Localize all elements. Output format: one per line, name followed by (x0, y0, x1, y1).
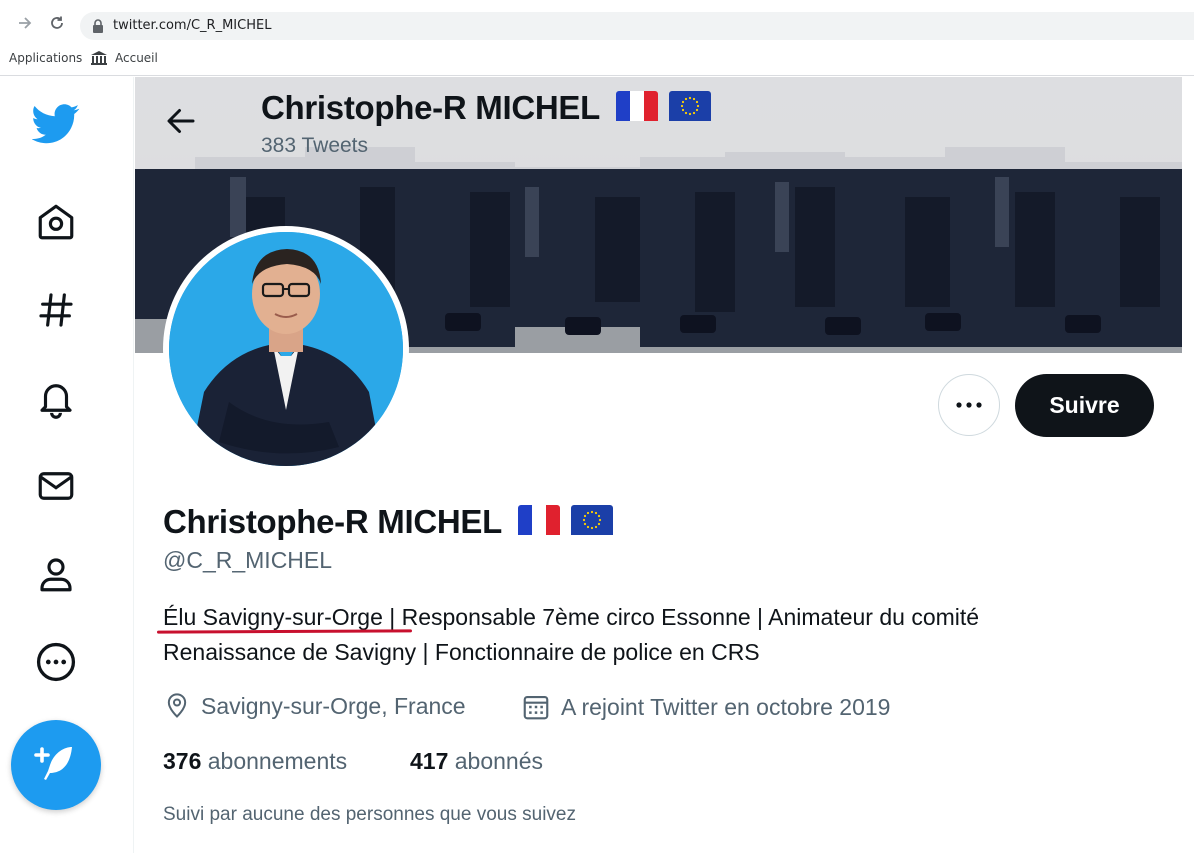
browser-chrome: twitter.com/C_R_MICHEL Applications Accu… (0, 0, 1194, 76)
profile-main: Christophe-R MICHEL 383 Tweets Suivre Ch… (135, 77, 1182, 853)
bank-icon (90, 50, 108, 71)
followers-label: abonnés (454, 748, 544, 774)
bio-line2: Renaissance de Savigny | Fonctionnaire d… (163, 639, 760, 665)
back-arrow-icon[interactable] (163, 103, 199, 139)
more-icon[interactable] (32, 638, 80, 686)
address-bar[interactable]: twitter.com/C_R_MICHEL (80, 12, 1194, 40)
followers-count-link[interactable]: 417 abonnés (410, 748, 543, 775)
header-name-text: Christophe-R MICHEL (261, 89, 600, 126)
bookmarks-bar: Applications Accueil (0, 48, 1194, 70)
follow-button[interactable]: Suivre (1015, 374, 1154, 437)
france-flag-icon (518, 505, 561, 543)
notifications-bell-icon[interactable] (32, 374, 80, 422)
location-pin-icon (163, 692, 191, 720)
header-title: Christophe-R MICHEL (261, 89, 712, 129)
more-dots-icon (955, 396, 983, 414)
compose-tweet-icon (32, 739, 80, 792)
france-flag-icon (616, 91, 659, 129)
location-text: Savigny-sur-Orge, France (201, 692, 466, 719)
compose-tweet-button[interactable] (11, 720, 101, 810)
following-count-link[interactable]: 376 abonnements (163, 748, 347, 775)
profile-location: Savigny-sur-Orge, France (163, 692, 466, 720)
profile-handle: @C_R_MICHEL (163, 547, 333, 573)
bio-elected-text: Élu Savigny-sur-Orge (163, 604, 383, 630)
reload-icon[interactable] (46, 14, 68, 36)
followed-by-text: Suivi par aucune des personnes que vous … (163, 804, 576, 825)
eu-flag-icon (571, 505, 614, 543)
following-count: 376 (163, 748, 202, 774)
header-tweet-count: 383 Tweets (261, 134, 369, 157)
bookmark-accueil[interactable]: Accueil (115, 51, 158, 65)
forward-arrow-icon[interactable] (14, 14, 36, 36)
joined-text: A rejoint Twitter en octobre 2019 (561, 693, 891, 720)
explore-hashtag-icon[interactable] (32, 286, 80, 334)
profile-display-name: Christophe-R MICHEL (163, 503, 614, 543)
profile-joined: A rejoint Twitter en octobre 2019 (521, 692, 890, 722)
more-options-button[interactable] (938, 374, 1000, 436)
left-navigation (0, 77, 134, 853)
display-name-text: Christophe-R MICHEL (163, 503, 502, 540)
following-label: abonnements (207, 748, 348, 774)
profile-icon[interactable] (32, 550, 80, 598)
profile-bio: Élu Savigny-sur-Orge | Responsable 7ème … (163, 600, 1163, 670)
home-icon[interactable] (32, 198, 80, 246)
twitter-logo-icon[interactable] (32, 100, 80, 148)
followers-count: 417 (410, 748, 449, 774)
lock-icon (92, 19, 104, 33)
messages-mail-icon[interactable] (32, 462, 80, 510)
calendar-icon (521, 692, 551, 722)
bookmark-applications[interactable]: Applications (9, 51, 82, 65)
eu-flag-icon (669, 91, 712, 129)
url-text: twitter.com/C_R_MICHEL (113, 18, 272, 33)
profile-avatar[interactable] (163, 226, 409, 472)
profile-header-bar: Christophe-R MICHEL 383 Tweets (135, 77, 1182, 169)
bio-line1-rest: | Responsable 7ème circo Essonne | Anima… (382, 604, 980, 630)
